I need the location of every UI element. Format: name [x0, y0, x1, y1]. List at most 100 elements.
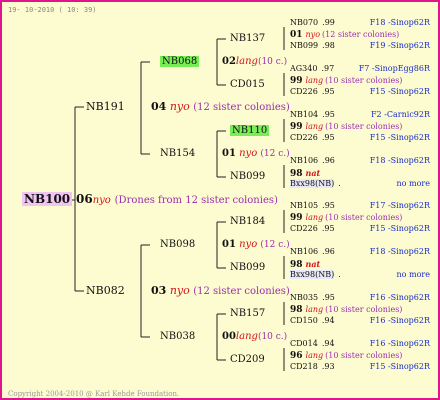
g4-parent-id[interactable]: CD150 [290, 316, 318, 325]
g2-node-id[interactable]: NB068 [160, 56, 200, 68]
g2-num: 01 [222, 239, 236, 250]
g4-info-row: 99 lang (10 sister colonies) [290, 121, 402, 133]
g3-node-id[interactable]: NB099 [230, 171, 265, 183]
g4-line-label: no more [396, 179, 430, 188]
g2-note: (12 c.) [260, 149, 290, 159]
g4-info-row: 98 nat [290, 258, 322, 271]
g4-line-label: F7 -SinopEgg86R [358, 64, 430, 73]
g1-note: (12 sister colonies) [193, 286, 290, 297]
g1-marker: nyo [169, 284, 190, 297]
g4-note: (12 sister colonies) [322, 29, 400, 39]
g4-info-row: 99 lang (10 sister colonies) [290, 212, 402, 224]
g3-node-id[interactable]: NB184 [230, 216, 265, 228]
g4-parent-id[interactable]: NB070 [290, 18, 318, 27]
g4-line-label: no more [396, 270, 430, 279]
g1-node-info: 04 nyo (12 sister colonies) [151, 101, 290, 114]
g2-node-id[interactable]: NB038 [160, 331, 195, 343]
g4-note: (10 sister colonies) [325, 304, 403, 314]
g4-num: 99 [290, 75, 303, 86]
g4-line-label: F15 -Sinop62R [369, 87, 430, 96]
g1-num: 03 [151, 284, 167, 297]
g4-marker: lang [305, 121, 324, 131]
g4-quality: .98 [322, 41, 335, 50]
g4-parent-id[interactable]: NB104 [290, 110, 318, 119]
g4-parent-id[interactable]: Bxx98(NB) [290, 270, 335, 279]
g4-quality: .94 [321, 339, 335, 348]
g3-node-id[interactable]: NB137 [230, 33, 265, 45]
g2-node-id[interactable]: NB098 [160, 239, 195, 251]
g2-node-id[interactable]: NB154 [160, 148, 195, 160]
g4-info-row: 98 lang (10 sister colonies) [290, 304, 402, 316]
g4-parent-id[interactable]: NB106 [290, 156, 318, 165]
g4-line-label: F18 -Sinop62R [369, 156, 430, 165]
g2-num: 02 [222, 56, 236, 67]
g2-note: (10 c.) [257, 332, 288, 342]
root-marker: nyo [92, 195, 111, 206]
g3-node-id[interactable]: NB157 [230, 308, 265, 320]
g4-parent-id[interactable]: AG340 [290, 64, 317, 73]
g4-parent-id[interactable]: CD226 [290, 224, 318, 233]
g4-num: 98 [290, 168, 303, 179]
g4-marker: lang [305, 304, 324, 314]
g4-marker: lang [305, 212, 324, 222]
g4-parent-id[interactable]: CD226 [290, 133, 318, 142]
g4-line-label: F15 -Sinop62R [369, 133, 430, 142]
g4-quality: .96 [322, 156, 335, 165]
g2-num: 01 [222, 148, 236, 159]
g4-num: 98 [290, 304, 303, 315]
g3-node-id[interactable]: CD209 [230, 354, 265, 366]
g4-parent-id[interactable]: NB035 [290, 293, 318, 302]
g4-line-label: F17 -Sinop62R [369, 201, 430, 210]
g4-note: (10 sister colonies) [325, 121, 403, 131]
g2-num: 00 [222, 331, 236, 342]
copyright: Copyright 2004-2010 @ Karl Kehde Foundat… [8, 390, 180, 398]
g4-line-label: F18 -Sinop62R [369, 247, 430, 256]
g4-parent-id[interactable]: CD226 [290, 87, 318, 96]
g3-id: NB110 [230, 125, 270, 136]
g1-node-id[interactable]: NB082 [86, 285, 125, 297]
g4-quality: .99 [322, 18, 335, 27]
g4-num: 98 [290, 259, 303, 270]
root-node[interactable]: NB100 06nyo (Drones from 12 sister colon… [22, 192, 278, 207]
g4-parent-id[interactable]: CD218 [290, 362, 318, 371]
g4-info-row: 98 nat [290, 167, 322, 180]
g1-node-id[interactable]: NB191 [86, 101, 125, 113]
g4-line-label: F16 -Sinop62R [369, 316, 430, 325]
g4-note: (10 sister colonies) [325, 212, 403, 222]
root-num: 06 [76, 192, 93, 206]
g2-marker: nyo [239, 239, 258, 250]
g4-quality: .95 [322, 110, 335, 119]
g4-parent-id[interactable]: NB106 [290, 247, 318, 256]
g4-parent-id[interactable]: NB099 [290, 41, 318, 50]
g4-parent-id[interactable]: CD014 [290, 339, 318, 348]
g4-quality: .97 [321, 64, 335, 73]
g3-node-id[interactable]: NB110 [230, 125, 270, 137]
g4-marker: nyo [305, 29, 321, 39]
g4-num: 99 [290, 121, 303, 132]
g4-quality: .96 [322, 247, 335, 256]
root-id: NB100 [22, 192, 73, 206]
g4-marker: nat [305, 258, 321, 269]
g4-parent-id[interactable]: NB105 [290, 201, 318, 210]
g2-note: (12 c.) [260, 240, 290, 250]
g2-node-info: 02lang(10 c.) [222, 56, 287, 68]
g4-line-label: F16 -Sinop62R [369, 293, 430, 302]
g4-quality: .95 [321, 87, 335, 96]
g2-marker: lang [235, 331, 258, 342]
g2-note: (10 c.) [257, 57, 288, 67]
g4-line-label: F18 -Sinop62R [369, 18, 430, 27]
g1-num: 04 [151, 100, 167, 113]
g4-note: (10 sister colonies) [325, 350, 403, 360]
g3-node-id[interactable]: CD015 [230, 79, 265, 91]
g4-quality: . [338, 179, 341, 188]
g4-line-label: F19 -Sinop62R [369, 41, 430, 50]
g4-quality: .93 [321, 362, 335, 371]
g4-line-label: F2 -Carnic92R [371, 110, 430, 119]
g2-node-info: 00lang(10 c.) [222, 331, 287, 343]
g4-quality: .95 [321, 133, 335, 142]
g4-marker: lang [305, 350, 324, 360]
g4-parent-id[interactable]: Bxx98(NB) [290, 179, 335, 188]
g3-node-id[interactable]: NB099 [230, 262, 265, 274]
g4-marker: nat [305, 167, 321, 178]
g1-node-info: 03 nyo (12 sister colonies) [151, 285, 290, 298]
